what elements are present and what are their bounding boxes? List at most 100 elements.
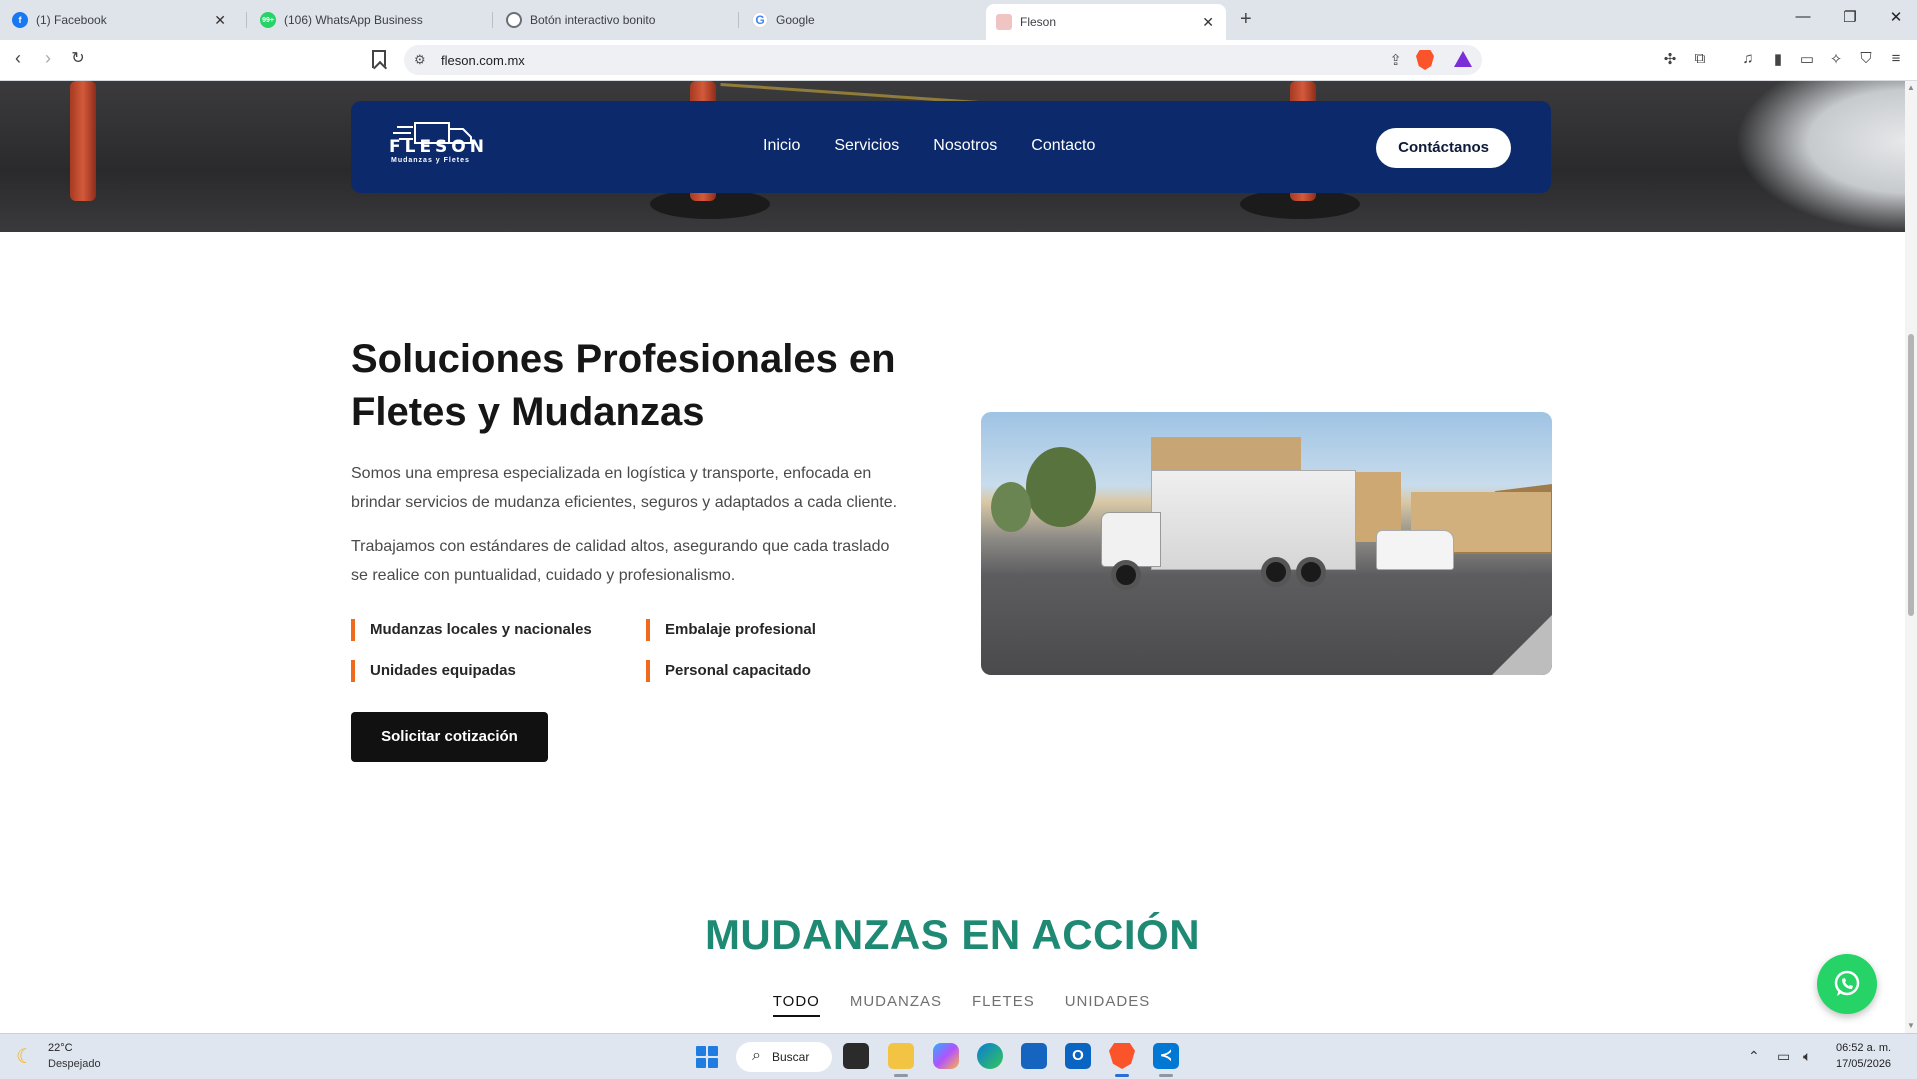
nav-link-inicio[interactable]: Inicio bbox=[763, 137, 800, 155]
feature-item: Mudanzas locales y nacionales bbox=[351, 619, 592, 641]
tab-whatsapp-business[interactable]: 99+ (106) WhatsApp Business bbox=[250, 4, 486, 36]
tab-google[interactable]: G Google bbox=[742, 4, 978, 36]
browser-tab-bar: f (1) Facebook ✕ 99+ (106) WhatsApp Busi… bbox=[0, 0, 1917, 40]
logo-text: FLESON bbox=[389, 137, 488, 157]
sidebar-icon[interactable]: ▮ bbox=[1768, 50, 1788, 70]
share-icon[interactable]: ⇪ bbox=[1389, 51, 1402, 69]
logo-subtitle: Mudanzas y Fletes bbox=[391, 157, 470, 164]
filter-fletes[interactable]: FLETES bbox=[972, 993, 1035, 1017]
microsoft-store-icon[interactable] bbox=[1021, 1043, 1047, 1069]
weather-temperature[interactable]: 22°C bbox=[48, 1042, 73, 1054]
fleson-icon bbox=[996, 14, 1012, 30]
filter-todo[interactable]: TODO bbox=[772, 993, 820, 1017]
screenshot-icon[interactable]: ⧉ bbox=[1690, 50, 1710, 70]
reload-icon[interactable]: ↻ bbox=[66, 48, 90, 68]
gallery-filters: TODO MUDANZAS FLETES UNIDADES bbox=[0, 993, 1905, 1017]
google-icon: G bbox=[752, 12, 768, 28]
facebook-icon: f bbox=[12, 12, 28, 28]
parked-car bbox=[1735, 81, 1905, 232]
scroll-down-icon[interactable]: ▼ bbox=[1907, 1021, 1915, 1030]
network-icon[interactable]: ▭ bbox=[1777, 1048, 1790, 1065]
wallet-icon[interactable]: ▭ bbox=[1797, 50, 1817, 70]
site-navbar: FLESON Mudanzas y Fletes Inicio Servicio… bbox=[351, 101, 1551, 193]
volume-icon[interactable]: 🔈︎ bbox=[1803, 1048, 1811, 1065]
whatsapp-icon bbox=[1834, 970, 1860, 996]
edge-icon[interactable] bbox=[977, 1043, 1003, 1069]
close-icon[interactable]: ✕ bbox=[1202, 14, 1214, 31]
truck-box bbox=[1151, 470, 1356, 570]
forward-icon[interactable]: › bbox=[36, 48, 60, 69]
taskbar-search[interactable]: Buscar bbox=[736, 1041, 832, 1072]
windows-start-icon[interactable] bbox=[696, 1046, 718, 1068]
nav-link-servicios[interactable]: Servicios bbox=[834, 137, 899, 155]
close-window-button[interactable]: ✕ bbox=[1876, 8, 1916, 26]
moon-weather-icon[interactable]: ☾ bbox=[16, 1044, 34, 1069]
close-icon[interactable]: ✕ bbox=[214, 12, 226, 29]
leo-ai-icon[interactable]: ✧ bbox=[1826, 50, 1846, 70]
vscode-icon[interactable]: ≺ bbox=[1153, 1043, 1179, 1069]
nav-links: Inicio Servicios Nosotros Contacto bbox=[763, 137, 1095, 155]
tab-title: Fleson bbox=[1020, 15, 1057, 29]
clock-time[interactable]: 06:52 a. m. bbox=[1836, 1042, 1891, 1054]
clock-date[interactable]: 17/05/2026 bbox=[1836, 1058, 1891, 1070]
media-icon[interactable]: ♫ bbox=[1738, 50, 1758, 70]
truck-cab bbox=[1101, 512, 1161, 567]
whatsapp-float-button[interactable] bbox=[1817, 954, 1877, 1014]
whatsapp-business-icon: 99+ bbox=[260, 12, 276, 28]
back-icon[interactable]: ‹ bbox=[6, 48, 30, 69]
weather-description[interactable]: Despejado bbox=[48, 1058, 101, 1070]
request-quote-button[interactable]: Solicitar cotización bbox=[351, 712, 548, 762]
brave-rewards-icon[interactable] bbox=[1454, 51, 1472, 67]
url-text: fleson.com.mx bbox=[441, 53, 525, 68]
paragraph-line: brindar servicios de mudanza eficientes,… bbox=[351, 494, 898, 511]
restore-button[interactable]: ❐ bbox=[1830, 8, 1870, 26]
file-explorer-icon[interactable] bbox=[888, 1043, 914, 1069]
about-title-line: Soluciones Profesionales en bbox=[351, 337, 896, 381]
browser-toolbar: ‹ › ↻ ⚙ fleson.com.mx ⇪ ✣ ⧉ ♫ ▮ ▭ ✧ ⛉ ≡ bbox=[0, 40, 1917, 81]
filter-mudanzas[interactable]: MUDANZAS bbox=[850, 993, 942, 1017]
feature-item: Embalaje profesional bbox=[646, 619, 816, 641]
feature-item: Unidades equipadas bbox=[351, 660, 516, 682]
site-info-icon[interactable]: ⚙ bbox=[414, 52, 426, 68]
globe-icon bbox=[506, 12, 522, 28]
tab-title: (106) WhatsApp Business bbox=[284, 13, 423, 27]
paragraph-line: Somos una empresa especializada en logís… bbox=[351, 465, 872, 482]
tray-chevron-icon[interactable]: ⌃ bbox=[1748, 1048, 1760, 1065]
brave-shields-icon[interactable] bbox=[1416, 50, 1434, 70]
scroll-up-icon[interactable]: ▲ bbox=[1907, 83, 1915, 92]
traffic-cone bbox=[70, 81, 96, 201]
filter-unidades[interactable]: UNIDADES bbox=[1065, 993, 1151, 1017]
feature-item: Personal capacitado bbox=[646, 660, 811, 682]
new-tab-button[interactable]: + bbox=[1240, 8, 1252, 31]
moving-truck-photo bbox=[981, 412, 1552, 675]
page-viewport: FLESON Mudanzas y Fletes Inicio Servicio… bbox=[0, 81, 1905, 1033]
tab-fleson[interactable]: Fleson ✕ bbox=[986, 4, 1226, 40]
about-title: Soluciones Profesionales en Fletes y Mud… bbox=[351, 333, 951, 439]
van bbox=[1376, 530, 1454, 570]
gallery-title: MUDANZAS EN ACCIÓN bbox=[704, 911, 1201, 958]
contact-button[interactable]: Contáctanos bbox=[1376, 128, 1511, 168]
brave-browser-icon[interactable] bbox=[1109, 1043, 1135, 1069]
about-paragraph-1: Somos una empresa especializada en logís… bbox=[351, 459, 941, 517]
tab-title: (1) Facebook bbox=[36, 13, 107, 27]
copilot-icon[interactable] bbox=[933, 1043, 959, 1069]
task-view-icon[interactable] bbox=[843, 1043, 869, 1069]
about-title-line: Fletes y Mudanzas bbox=[351, 390, 705, 434]
paragraph-line: se realice con puntualidad, cuidado y pr… bbox=[351, 567, 736, 584]
tab-facebook[interactable]: f (1) Facebook ✕ bbox=[2, 4, 238, 36]
tab-title: Google bbox=[776, 13, 815, 27]
windows-taskbar: ☾ 22°C Despejado Buscar O ≺ ⌃ ▭ 🔈︎ 06:52… bbox=[0, 1033, 1917, 1079]
outlook-icon[interactable]: O bbox=[1065, 1043, 1091, 1069]
tab-boton-interactivo[interactable]: Botón interactivo bonito bbox=[496, 4, 732, 36]
vpn-icon[interactable]: ⛉ bbox=[1856, 50, 1876, 70]
nav-link-contacto[interactable]: Contacto bbox=[1031, 137, 1095, 155]
extensions-icon[interactable]: ✣ bbox=[1660, 50, 1680, 70]
hero-background: FLESON Mudanzas y Fletes Inicio Servicio… bbox=[0, 81, 1905, 232]
address-bar[interactable]: ⚙ fleson.com.mx ⇪ bbox=[404, 45, 1482, 75]
scrollbar-thumb[interactable] bbox=[1908, 334, 1914, 616]
page-scrollbar[interactable]: ▲ ▼ bbox=[1905, 81, 1917, 1033]
menu-icon[interactable]: ≡ bbox=[1886, 50, 1906, 70]
minimize-button[interactable]: — bbox=[1783, 8, 1823, 25]
bookmark-icon[interactable] bbox=[372, 50, 386, 68]
nav-link-nosotros[interactable]: Nosotros bbox=[933, 137, 997, 155]
